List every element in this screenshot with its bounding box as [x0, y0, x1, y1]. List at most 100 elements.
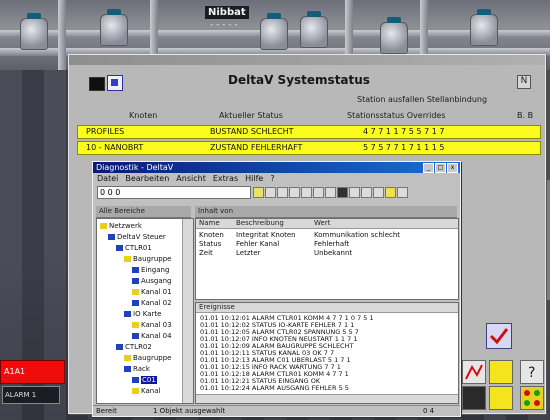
list-cell-desc: Letzter	[236, 249, 261, 257]
tree-item[interactable]: Kanal 02	[132, 299, 172, 307]
list-cell-desc: Fehler Kanal	[236, 240, 280, 248]
alarm-subbanner[interactable]: ALARM 1	[2, 386, 60, 404]
tree-node-icon	[124, 256, 131, 262]
tree-header: Alle Bereiche	[96, 206, 191, 218]
log-line[interactable]: 01.01 10:12:24 ALARM AUSGANG FEHLER 5 5	[200, 384, 349, 392]
list-row[interactable]: Status Fehler Kanal Fehlerhaft	[196, 240, 458, 248]
tree-item[interactable]: CTLR01	[116, 244, 152, 252]
list-col-desc[interactable]: Beschreibung	[236, 219, 284, 227]
list-row[interactable]: Knoten Integritat Knoten Kommunikation s…	[196, 231, 458, 239]
delete-icon[interactable]	[313, 187, 324, 198]
tree-item-label: DeltaV Steuer	[117, 233, 166, 241]
status-row[interactable]: PROFILES BUSTAND SCHLECHT 4 7 7 1 1 7 5 …	[77, 125, 541, 139]
help-button[interactable]: ?	[520, 360, 544, 384]
plant-subtag: - - - - -	[210, 20, 238, 30]
tree-item[interactable]: Kanal 04	[132, 332, 172, 340]
tree-node-icon	[132, 278, 139, 284]
status-row[interactable]: 10 - NANOBRT ZUSTAND FEHLERHAFT 5 7 5 7 …	[77, 141, 541, 155]
refresh-icon[interactable]	[385, 187, 396, 198]
folder-icon[interactable]	[253, 187, 264, 198]
tree-item[interactable]: IO Karte	[124, 310, 162, 318]
faceplate-button[interactable]	[489, 360, 513, 384]
document-button[interactable]	[462, 386, 486, 410]
systemstatus-titlebar[interactable]	[69, 55, 545, 65]
help-icon[interactable]	[397, 187, 408, 198]
tree-node-icon	[132, 322, 139, 328]
tree-item-label: Baugruppe	[133, 354, 172, 362]
row-status: BUSTAND SCHLECHT	[210, 127, 294, 136]
menu-edit[interactable]: Bearbeiten	[125, 173, 169, 184]
status-count: 0 4	[423, 407, 435, 415]
valve-icon[interactable]	[20, 13, 48, 50]
tree-item-label: IO Karte	[133, 310, 162, 318]
tree-pane: Netzwerk DeltaV Steuer CTLR01 Baugruppe Eing…	[96, 218, 194, 404]
trend-icon	[465, 364, 483, 380]
small-icons-icon[interactable]	[349, 187, 360, 198]
menu-tools[interactable]: Extras	[213, 173, 238, 184]
valve-icon[interactable]	[300, 11, 328, 48]
valve-icon[interactable]	[470, 9, 498, 46]
log-scrollbar[interactable]	[196, 394, 458, 403]
tree-scrollbar[interactable]	[182, 219, 193, 403]
list-cell-desc: Integritat Knoten	[236, 231, 296, 239]
event-log: Ereignisse 01.01 10:12:01 ALARM CTLR01 K…	[195, 302, 459, 404]
list-cell-name: Status	[199, 240, 222, 248]
row-node: 10 - NANOBRT	[86, 143, 144, 152]
list-col-name[interactable]: Name	[199, 219, 220, 227]
alarm-banner[interactable]: A1A1	[0, 360, 65, 384]
tree-item[interactable]: Baugruppe	[124, 255, 171, 263]
tree-item[interactable]: CTLR02	[116, 343, 152, 351]
list-icon[interactable]	[361, 187, 372, 198]
valve-icon[interactable]	[260, 13, 288, 50]
tree-item-label: CTLR01	[125, 244, 152, 252]
valve-icon[interactable]	[100, 9, 128, 46]
question-icon: ?	[528, 365, 535, 381]
menu-view[interactable]: Ansicht	[176, 173, 206, 184]
tree-item[interactable]: Kanal	[132, 387, 160, 395]
tree-item[interactable]: Netzwerk	[100, 222, 142, 230]
display-button[interactable]	[489, 386, 513, 410]
trend-button[interactable]	[462, 360, 486, 384]
valve-icon[interactable]	[380, 17, 408, 54]
list-cell-value: Kommunikation schlecht	[314, 231, 401, 239]
tree-node-icon	[116, 344, 123, 350]
copy-icon[interactable]	[289, 187, 300, 198]
list-row[interactable]: Zeit Letzter Unbekannt	[196, 249, 458, 257]
properties-icon[interactable]	[325, 187, 336, 198]
list-cell-value: Fehlerhaft	[314, 240, 350, 248]
tree-item-label: Netzwerk	[109, 222, 142, 230]
tree-item-label: C01	[141, 376, 157, 384]
maximize-button[interactable]: □	[435, 163, 446, 173]
menu-help[interactable]: Hilfe	[245, 173, 263, 184]
menu-about[interactable]: ?	[270, 173, 274, 184]
close-button[interactable]: N	[517, 75, 531, 89]
row-status: ZUSTAND FEHLERHAFT	[210, 143, 303, 152]
tree-item[interactable]: DeltaV Steuer	[108, 233, 166, 241]
tree-item-label: CTLR02	[125, 343, 152, 351]
diagnostics-titlebar[interactable]: Diagnostik - DeltaV _ □ x	[93, 162, 460, 173]
checkmark-button[interactable]	[486, 323, 512, 349]
tree-item[interactable]: Baugruppe	[124, 354, 171, 362]
large-icons-icon[interactable]	[337, 187, 348, 198]
tree-item[interactable]: Kanal 01	[132, 288, 172, 296]
list-cell-name: Knoten	[199, 231, 224, 239]
tree-item[interactable]: C01	[132, 376, 157, 384]
minimize-button[interactable]: _	[423, 163, 434, 173]
overview-button[interactable]	[520, 386, 544, 410]
paste-icon[interactable]	[301, 187, 312, 198]
close-button[interactable]: x	[447, 163, 458, 173]
tree-item[interactable]: Eingang	[132, 266, 169, 274]
tree-node-icon	[132, 300, 139, 306]
monitor-icon[interactable]	[107, 75, 123, 91]
tree-item[interactable]: Ausgang	[132, 277, 172, 285]
tree-node-icon	[132, 267, 139, 273]
tree-item[interactable]: Kanal 03	[132, 321, 172, 329]
cut-icon[interactable]	[277, 187, 288, 198]
menu-file[interactable]: Datei	[97, 173, 118, 184]
tree-node-icon	[132, 377, 139, 383]
tree-item[interactable]: Rack	[124, 365, 150, 373]
list-col-value[interactable]: Wert	[314, 219, 330, 227]
up-icon[interactable]	[265, 187, 276, 198]
path-combo[interactable]: 0 0 0	[97, 186, 251, 199]
details-icon[interactable]	[373, 187, 384, 198]
